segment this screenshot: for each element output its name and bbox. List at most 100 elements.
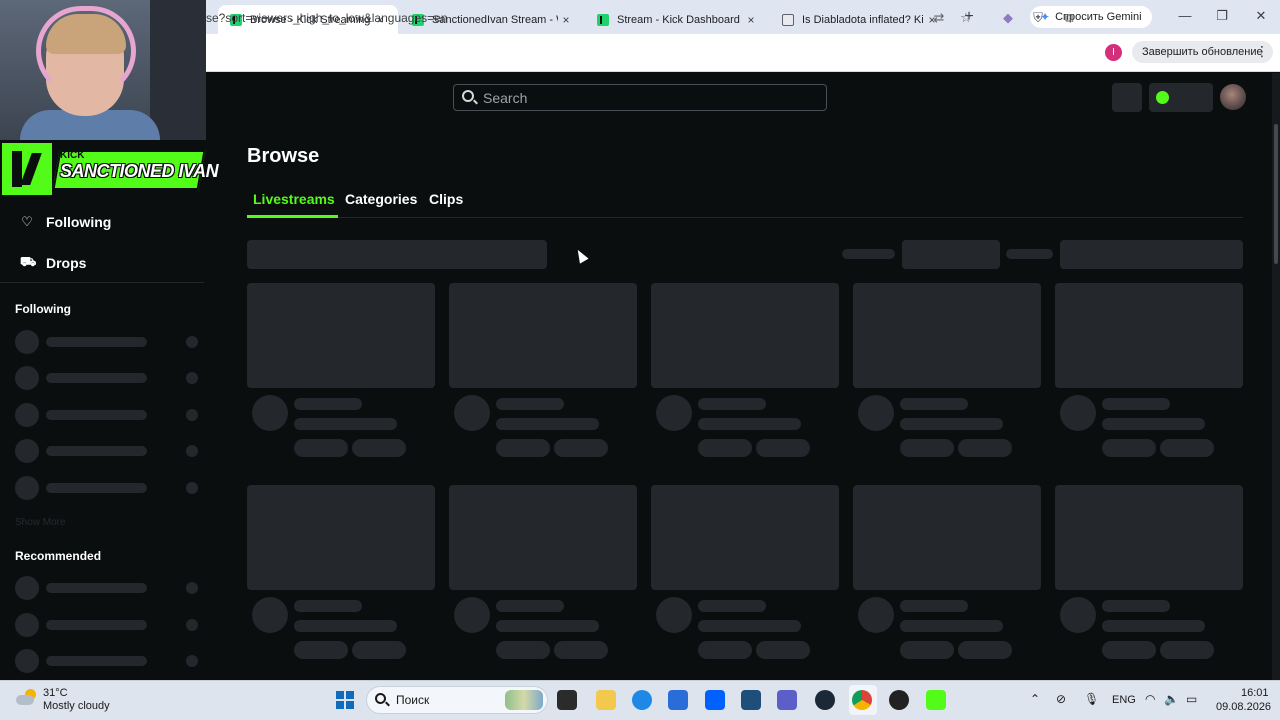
ask-gemini-button[interactable]: ✦ Спросить Gemini: [1030, 6, 1152, 28]
stream-card-avatar-skeleton: [252, 395, 288, 431]
stream-card-tag-skeleton: [900, 641, 954, 659]
tab-title: Is Diabladota inflated? Kick: [802, 13, 924, 26]
stream-card-thumbnail-skeleton: [247, 283, 435, 388]
network-off-icon[interactable]: ⊘: [1056, 692, 1066, 706]
obs-icon[interactable]: [889, 690, 909, 710]
address-bar-url[interactable]: se?sort=viewers_high_to_low&languages=en: [206, 11, 448, 25]
scrollbar-thumb[interactable]: [1274, 124, 1278, 264]
tab-categories[interactable]: Categories: [345, 191, 417, 207]
stream-card-channel-skeleton: [900, 620, 1003, 632]
edge-icon[interactable]: [632, 690, 652, 710]
following-skeleton-row: [15, 476, 200, 500]
weather-temperature[interactable]: 31°C: [43, 687, 68, 699]
sidebar-item-following[interactable]: ♡ Following: [20, 214, 111, 230]
kick-coin-icon: [1156, 91, 1169, 104]
following-skeleton-row: [15, 366, 200, 390]
wifi-icon[interactable]: ◠: [1145, 692, 1155, 706]
tabs-divider: [247, 217, 1243, 218]
weather-condition[interactable]: Mostly cloudy: [43, 700, 110, 712]
chrome-icon[interactable]: [852, 690, 872, 710]
stream-card-tag-skeleton: [958, 439, 1012, 457]
shield-icon[interactable]: ⛨: [1030, 10, 1046, 26]
file-explorer-icon[interactable]: [596, 690, 616, 710]
stream-card-title-skeleton: [294, 600, 362, 612]
sidebar-item-drops[interactable]: ⛟ Drops: [20, 254, 86, 272]
stream-card-tag-skeleton: [1102, 439, 1156, 457]
search-highlight-image: [505, 690, 543, 710]
stream-card-tag-skeleton: [1102, 641, 1156, 659]
stream-card-avatar-skeleton: [858, 395, 894, 431]
kick-brand-text: KICK: [60, 150, 85, 161]
puzzle-icon[interactable]: ⧉: [1061, 10, 1077, 26]
kick-app-icon[interactable]: [926, 690, 946, 710]
stream-card-tag-skeleton: [496, 439, 550, 457]
photo-app-icon[interactable]: [741, 690, 761, 710]
battery-icon[interactable]: ▭: [1186, 692, 1197, 706]
stream-card-channel-skeleton: [1102, 418, 1205, 430]
stream-card-avatar-skeleton: [1060, 597, 1096, 633]
following-skeleton-row: [15, 330, 200, 354]
recommended-skeleton-row: [15, 649, 200, 673]
stream-card-tag-skeleton: [756, 641, 810, 659]
search-icon: [462, 90, 474, 102]
profile-avatar[interactable]: I: [1105, 44, 1122, 61]
browser-tab[interactable]: Is Diabladota inflated? Kick ×: [770, 5, 950, 34]
bookmark-star-icon[interactable]: ☆: [958, 10, 974, 26]
stream-card-thumbnail-skeleton: [449, 485, 637, 590]
stream-card-thumbnail-skeleton: [651, 283, 839, 388]
more-menu-icon[interactable]: ⋮: [1255, 43, 1269, 60]
extension-icon[interactable]: ◆: [1000, 10, 1016, 26]
stream-card-title-skeleton: [698, 600, 766, 612]
dropbox-icon[interactable]: [705, 690, 725, 710]
close-tab-icon[interactable]: ×: [743, 13, 759, 27]
close-tab-icon[interactable]: ×: [558, 13, 574, 27]
microsoft-store-icon[interactable]: [668, 690, 688, 710]
sidebar-divider: [0, 282, 204, 283]
close-window-icon[interactable]: ✕: [1252, 8, 1270, 24]
stream-card-title-skeleton: [294, 398, 362, 410]
tab-livestreams[interactable]: Livestreams: [253, 191, 335, 207]
stream-card-avatar-skeleton: [656, 597, 692, 633]
stream-card-avatar-skeleton: [454, 395, 490, 431]
stream-card-channel-skeleton: [698, 418, 801, 430]
tab-clips[interactable]: Clips: [429, 191, 463, 207]
stream-card-thumbnail-skeleton: [853, 283, 1041, 388]
language-indicator[interactable]: ENG: [1112, 694, 1136, 706]
user-avatar[interactable]: [1220, 84, 1246, 110]
task-view-icon[interactable]: [557, 690, 577, 710]
stream-card-tag-skeleton: [352, 439, 406, 457]
minimize-window-icon[interactable]: —: [1176, 8, 1194, 23]
volume-icon[interactable]: 🔈: [1164, 692, 1179, 706]
stream-card-title-skeleton: [698, 398, 766, 410]
finish-update-button[interactable]: Завершить обновление: [1132, 41, 1273, 63]
translate-icon[interactable]: ⇄: [931, 10, 947, 26]
maximize-window-icon[interactable]: ❐: [1213, 8, 1231, 24]
stream-card-avatar-skeleton: [858, 597, 894, 633]
stream-card-avatar-skeleton: [656, 395, 692, 431]
sidebar-item-label: Drops: [46, 255, 87, 271]
stream-card-tag-skeleton: [294, 439, 348, 457]
clock-time[interactable]: 16:01: [1241, 687, 1269, 699]
stream-card-tag-skeleton: [958, 641, 1012, 659]
teams-icon[interactable]: [777, 690, 797, 710]
clock-date[interactable]: 09.08.2026: [1216, 701, 1271, 713]
stream-card-thumbnail-skeleton: [1055, 283, 1243, 388]
show-more-link[interactable]: Show More: [15, 517, 66, 528]
stream-card-title-skeleton: [1102, 398, 1170, 410]
steam-icon[interactable]: [815, 690, 835, 710]
document-favicon-icon: [782, 13, 794, 26]
kick-wallet-button[interactable]: [1149, 83, 1213, 112]
stream-card-channel-skeleton: [294, 620, 397, 632]
chevron-up-icon[interactable]: ⌃: [1030, 692, 1040, 706]
following-skeleton-row: [15, 403, 200, 427]
browser-tab[interactable]: Stream - Kick Dashboard ×: [585, 5, 769, 34]
following-skeleton-row: [15, 439, 200, 463]
recommended-skeleton-row: [15, 576, 200, 600]
header-skeleton-button[interactable]: [1112, 83, 1142, 112]
stream-card-thumbnail-skeleton: [247, 485, 435, 590]
active-tab-indicator: [247, 215, 338, 218]
microphone-icon[interactable]: 🎙: [1084, 692, 1099, 706]
stream-card-channel-skeleton: [496, 620, 599, 632]
windows-start-icon[interactable]: [336, 691, 354, 709]
stream-card-tag-skeleton: [900, 439, 954, 457]
